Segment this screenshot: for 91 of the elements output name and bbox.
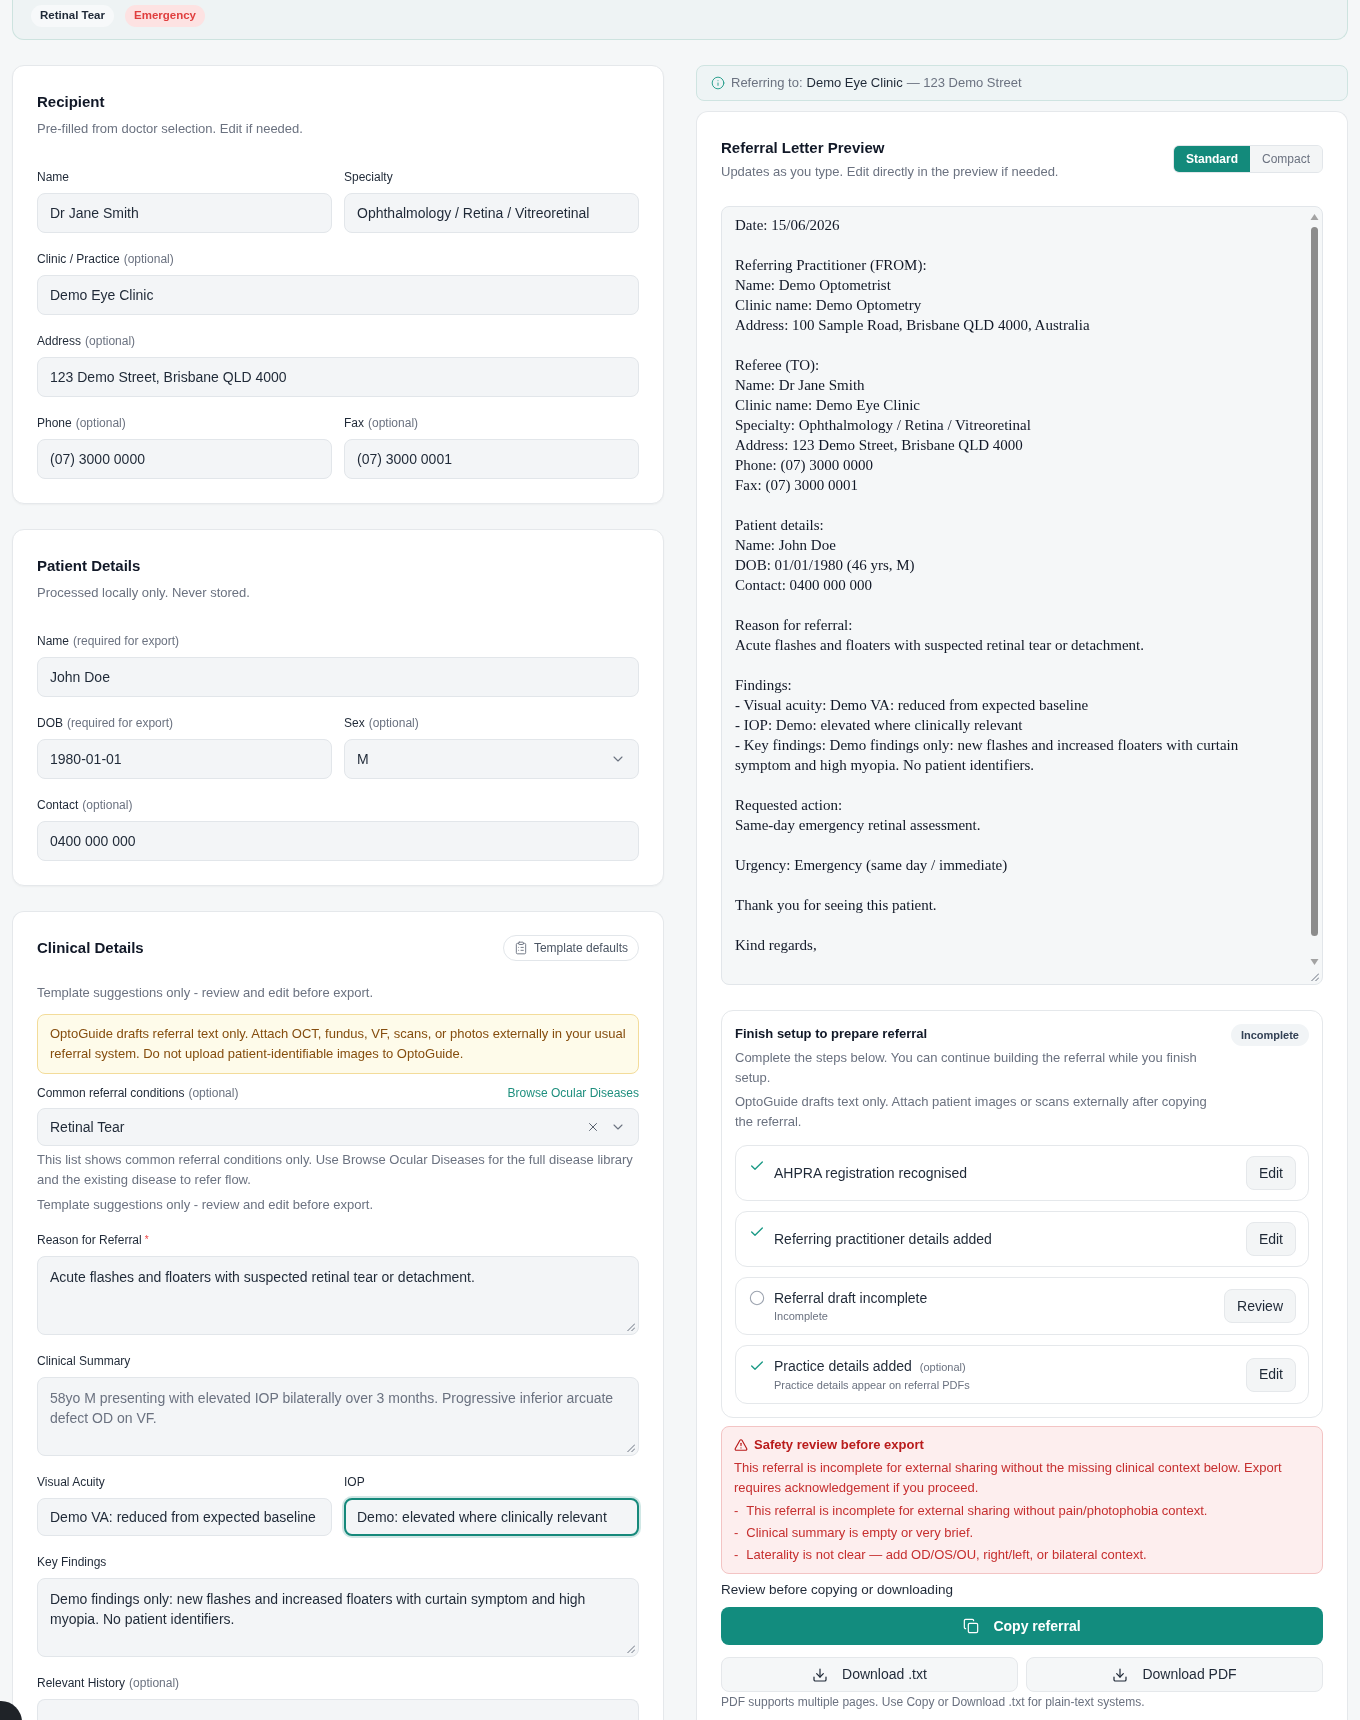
section-title: Recipient xyxy=(37,92,106,112)
text-input[interactable]: Demo: elevated where clinically relevant xyxy=(344,1498,639,1536)
step-action-button[interactable]: Review xyxy=(1224,1289,1296,1323)
list-dash: - xyxy=(734,1502,739,1520)
field-label: Fax (optional) xyxy=(344,415,420,431)
field-label: Name (required for export) xyxy=(37,633,181,649)
help-text: Template suggestions only - review and edit before export. xyxy=(37,1196,375,1214)
safety-issue: This referral is incomplete for external sharing without pain/photophobia context. xyxy=(746,1502,1208,1520)
clipboard-icon xyxy=(513,941,528,955)
list-dash: - xyxy=(734,1546,739,1564)
step-label: AHPRA registration recognised xyxy=(774,1164,968,1183)
text-input[interactable]: 0400 000 000 xyxy=(37,821,639,861)
step-action-button[interactable]: Edit xyxy=(1245,1357,1296,1392)
text-input[interactable] xyxy=(37,1699,639,1720)
letter-editor[interactable]: Date: 15/06/2026 Referring Practitioner (FROM): Name: Demo Optometrist Clinic name: Demo Optometry Address: 100 Sample Road, Brisbane QLD 4000, Australia Referee (TO): Name: Dr Jane Smith Clinic name: Demo Eye Clinic Specialty: Ophthalmology / Retina / Vitreoretinal Address: 123 Demo Street, Brisbane QLD 4000 Phone: (07) 3000 0000 Fax: (07) 3000 0001 Patient details: Name: John Doe DOB: 01/01/1980 (46 yrs, M) Contact: 0400 000 000 Reason for referral: Acute flashes and floaters with suspected retinal tear or detachment. Findings: - Visual acuity: Demo VA: reduced from expected baseline - IOP: Demo: elevated where clinically relevant - Key findings: Demo findings only: new flashes and increased floaters with curtain symptom and high myopia. No patient identifiers. Requested action: Same-day emergency retinal assessment. Urgency: Emergency (same day / immediate) Thank you for seeing this patient. Kind regards, xyxy=(721,206,1323,985)
section-title: Referral Letter Preview xyxy=(721,138,886,158)
step-action-button[interactable]: Edit xyxy=(1245,1222,1296,1256)
copy-referral-button[interactable]: Copy referral xyxy=(721,1607,1323,1645)
section-title: Patient Details xyxy=(37,556,142,576)
section-title: Clinical Details xyxy=(37,938,144,958)
field-label: Clinic / Practice (optional) xyxy=(37,251,175,267)
safety-title: Safety review before export xyxy=(754,1436,924,1454)
field-label: Clinical Summary xyxy=(37,1353,132,1369)
field-label: Key Findings xyxy=(37,1554,108,1570)
select-field[interactable]: M xyxy=(344,739,639,779)
text-input[interactable]: Demo Eye Clinic xyxy=(37,275,639,315)
floating-button-icon[interactable] xyxy=(0,1701,22,1720)
urgency-tag: Emergency xyxy=(125,5,205,27)
warning-icon xyxy=(734,1438,748,1452)
text-input[interactable]: Ophthalmology / Retina / Vitreoretinal xyxy=(344,193,639,233)
text-area[interactable]: Demo findings only: new flashes and increased floaters with curtain symptom and high myopia. No patient identifiers. xyxy=(37,1578,639,1657)
text-input[interactable]: (07) 3000 0000 xyxy=(37,439,332,479)
section-subtitle: Pre-filled from doctor selection. Edit if needed. xyxy=(37,120,304,138)
text-input[interactable]: Demo VA: reduced from expected baseline xyxy=(37,1498,332,1536)
resize-grip-icon[interactable] xyxy=(627,1645,635,1653)
text-area[interactable]: 58yo M presenting with elevated IOP bilaterally over 3 months. Progressive inferior arcuate defect OD on VF. xyxy=(37,1377,639,1456)
setup-title: Finish setup to prepare referral xyxy=(735,1025,929,1043)
text-input[interactable]: 1980-01-01 xyxy=(37,739,332,779)
section-subtitle: Template suggestions only - review and edit before export. xyxy=(37,984,375,1002)
setup-note: OptoGuide drafts text only. Attach patient images or scans externally after copying the referral. xyxy=(735,1093,1208,1131)
safety-issue: Clinical summary is empty or very brief. xyxy=(746,1524,974,1542)
text-input[interactable]: 123 Demo Street, Brisbane QLD 4000 xyxy=(37,357,639,397)
field-label: Reason for Referral * xyxy=(37,1232,150,1248)
template-defaults-button[interactable]: Template defaults xyxy=(502,935,639,961)
field-label: Phone (optional) xyxy=(37,415,127,431)
download-icon xyxy=(812,1666,829,1683)
referral-target-text: Referring to: Demo Eye Clinic — 123 Demo Street xyxy=(731,74,1022,93)
clear-icon[interactable] xyxy=(586,1120,600,1134)
resize-grip-icon[interactable] xyxy=(1311,973,1319,981)
field-label: DOB (required for export) xyxy=(37,715,175,731)
copy-icon xyxy=(963,1618,980,1634)
status-badge: Incomplete xyxy=(1230,1024,1309,1046)
resize-grip-icon[interactable] xyxy=(627,1323,635,1331)
download-button[interactable]: Download .txt xyxy=(721,1657,1018,1692)
field-label: Name xyxy=(37,169,70,185)
step-label: Referring practitioner details added xyxy=(774,1230,993,1249)
step-detail: Incomplete xyxy=(774,1309,829,1324)
section-subtitle: Processed locally only. Never stored. xyxy=(37,584,251,602)
info-icon xyxy=(711,76,725,90)
step-detail: Practice details appear on referral PDFs xyxy=(774,1378,971,1393)
text-input[interactable]: (07) 3000 0001 xyxy=(344,439,639,479)
step-label: Referral draft incomplete xyxy=(774,1289,929,1308)
field-label: Specialty xyxy=(344,169,394,185)
field-label: Visual Acuity xyxy=(37,1474,106,1490)
field-label: Common referral conditions (optional) xyxy=(37,1085,239,1101)
field-label: Address (optional) xyxy=(37,333,137,349)
text-area[interactable]: Acute flashes and floaters with suspected retinal tear or detachment. xyxy=(37,1256,639,1335)
text-input[interactable]: Dr Jane Smith xyxy=(37,193,332,233)
field-label: IOP xyxy=(344,1474,366,1490)
resize-grip-icon[interactable] xyxy=(627,1444,635,1452)
section-subtitle: Updates as you type. Edit directly in the preview if needed. xyxy=(721,163,1059,181)
step-action-button[interactable]: Edit xyxy=(1245,1156,1296,1190)
field-label: Contact (optional) xyxy=(37,797,134,813)
text-input[interactable]: John Doe xyxy=(37,657,639,697)
setup-description: Complete the steps below. You can continue building the referral while you finish setup. xyxy=(735,1049,1198,1087)
safety-issue: Laterality is not clear — add OD/OS/OU, right/left, or bilateral context. xyxy=(746,1546,1147,1564)
condition-tag: Retinal Tear xyxy=(31,5,114,27)
view-mode-tab[interactable]: Standard xyxy=(1173,146,1250,172)
list-dash: - xyxy=(734,1524,739,1542)
export-prompt: Review before copying or downloading xyxy=(721,1581,954,1599)
export-footnote: PDF supports multiple pages. Use Copy or Download .txt for plain-text systems. xyxy=(721,1695,1146,1709)
field-label: Relevant History (optional) xyxy=(37,1675,181,1691)
notice-banner: OptoGuide drafts referral text only. Attach OCT, fundus, VF, scans, or photos externally in your usual referral system. Do not upload patient-identifiable images to OptoGuide. xyxy=(37,1014,639,1074)
browse-link[interactable]: Browse Ocular Diseases xyxy=(507,1085,639,1101)
download-button[interactable]: Download PDF xyxy=(1026,1657,1323,1692)
field-label: Sex (optional) xyxy=(344,715,420,731)
download-icon xyxy=(1112,1666,1129,1683)
condition-select[interactable]: Retinal Tear xyxy=(37,1108,639,1146)
step-label: Practice details added (optional) xyxy=(774,1357,967,1376)
help-text: This list shows common referral conditions only. Use Browse Ocular Diseases for the full disease library and the existing disease to refer flow. xyxy=(37,1151,634,1189)
safety-message: This referral is incomplete for external sharing without the missing clinical context below. Export requires acknowledgement if you proceed. xyxy=(734,1459,1283,1497)
